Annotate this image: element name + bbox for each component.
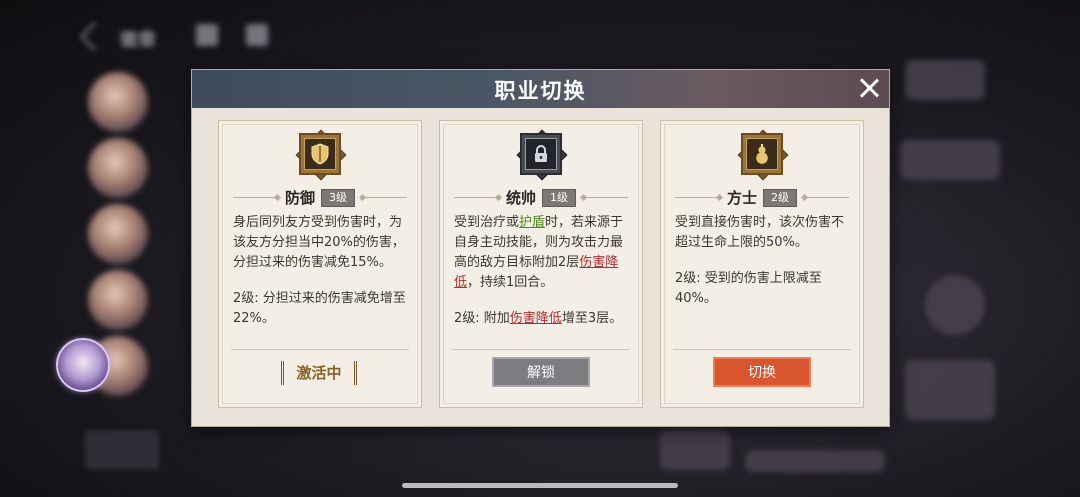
dialog-title: 职业切换 <box>494 78 587 103</box>
hero-portrait <box>88 72 148 132</box>
unlock-button[interactable]: 解锁 <box>492 357 590 387</box>
divider <box>231 349 409 350</box>
hero-portrait <box>88 138 148 198</box>
description-segment: 受到治疗或 <box>454 215 520 230</box>
profession-emblem <box>516 129 568 181</box>
profession-card-commander: 统帅 1级 受到治疗或护盾时，若来源于自身主动技能，则为攻击力最高的敌方目标附加2… <box>439 120 643 408</box>
home-icon <box>196 24 218 46</box>
keyword-shield[interactable]: 护盾 <box>519 215 545 230</box>
profession-name-row: 防御 3级 <box>219 187 421 209</box>
profession-name: 统帅 <box>505 189 536 207</box>
close-icon[interactable] <box>857 76 881 100</box>
level-2-text: 2级: 附加伤害降低增至3层。 <box>454 309 630 329</box>
hero-portrait <box>88 270 148 330</box>
level-2-text: 2级: 分担过来的伤害减免增至22%。 <box>233 291 406 326</box>
description-text: 身后同列友方受到伤害时，为该友方分担当中20%的伤害，分担过来的伤害减免15%。 <box>233 215 405 270</box>
background-topbar-label: 徽章 <box>120 30 156 51</box>
dialog-header: 职业切换 <box>192 70 889 108</box>
profession-card-alchemist: 方士 2级 受到直接伤害时，该次伤害不超过生命上限的50%。 2级: 受到的伤害上… <box>660 120 864 408</box>
profession-name-row: 方士 2级 <box>661 187 863 209</box>
profession-name: 防御 <box>284 189 315 207</box>
background-panel <box>905 360 995 420</box>
menu-icon <box>246 24 268 46</box>
level-badge: 3级 <box>321 188 355 207</box>
switch-button[interactable]: 切换 <box>713 357 811 387</box>
level-2-text: 2级: 受到的伤害上限减至40%。 <box>675 271 822 306</box>
divider <box>673 349 851 350</box>
profession-emblem <box>295 129 347 181</box>
description-segment: ，持续1回合。 <box>467 275 554 290</box>
shield-icon <box>311 143 329 165</box>
profession-description: 受到治疗或护盾时，若来源于自身主动技能，则为攻击力最高的敌方目标附加2层伤害降低… <box>454 213 630 329</box>
hero-portrait <box>88 204 148 264</box>
background-button <box>86 432 158 468</box>
profession-switch-dialog: 职业切换 防御 3级 身后同列友方受到伤害时，为该友方分担当中20%的伤害，分担过… <box>192 70 889 426</box>
background-panel <box>660 430 730 470</box>
background-panel <box>905 60 985 100</box>
lock-icon <box>535 145 547 162</box>
level-badge: 1级 <box>542 188 576 207</box>
background-panel <box>745 450 885 472</box>
description-segment: 增至3层。 <box>561 311 623 326</box>
profession-emblem <box>737 129 789 181</box>
description-text: 受到治疗或护盾时，若来源于自身主动技能，则为攻击力最高的敌方目标附加2层伤害降低… <box>454 213 630 293</box>
profession-description: 受到直接伤害时，该次伤害不超过生命上限的50%。 2级: 受到的伤害上限减至40… <box>675 213 851 309</box>
back-icon <box>80 22 109 51</box>
active-status-label: 激活中 <box>281 361 357 385</box>
level-badge: 2级 <box>763 188 797 207</box>
divider <box>452 349 630 350</box>
keyword-damage-reduction[interactable]: 伤害降低 <box>510 311 562 326</box>
background-topbar: 徽章 <box>70 18 290 54</box>
profession-name-row: 统帅 1级 <box>440 187 642 209</box>
background-panel <box>925 275 985 335</box>
description-text: 受到直接伤害时，该次伤害不超过生命上限的50%。 <box>675 215 845 250</box>
profession-description: 身后同列友方受到伤害时，为该友方分担当中20%的伤害，分担过来的伤害减免15%。… <box>233 213 409 329</box>
profession-name: 方士 <box>726 189 757 207</box>
profession-card-defense: 防御 3级 身后同列友方受到伤害时，为该友方分担当中20%的伤害，分担过来的伤害减… <box>218 120 422 408</box>
home-indicator[interactable] <box>402 483 678 488</box>
avatar[interactable] <box>56 338 110 392</box>
background-panel <box>900 140 1000 180</box>
gourd-icon <box>756 144 768 164</box>
description-segment: 2级: 附加 <box>454 311 510 326</box>
